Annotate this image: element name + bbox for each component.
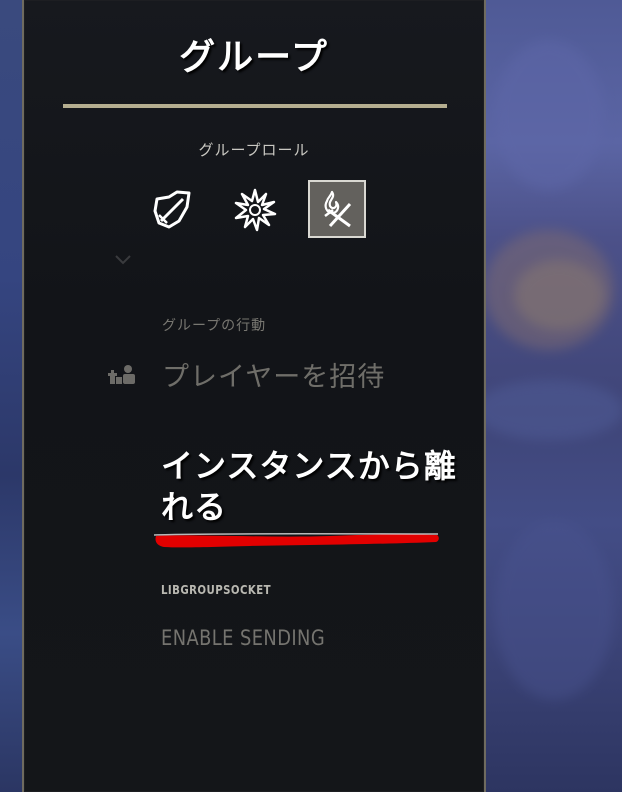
role-tank-button[interactable] [144,182,200,238]
panel-title: グループ [179,37,329,78]
invite-player-icon [108,365,135,384]
dps-flame-swords-icon [324,190,352,228]
title-divider [63,104,447,108]
healer-burst-icon [234,188,277,232]
red-highlight-underline [153,533,439,548]
tank-shield-sword-icon [153,190,191,229]
leave-instance-button[interactable]: インスタンスから離れる [161,446,461,528]
group-actions-heading: グループの行動 [162,318,267,334]
role-dps-button[interactable] [308,180,366,238]
invite-player-button[interactable]: プレイヤーを招待 [162,355,385,394]
role-healer-button[interactable] [227,182,283,238]
libgroupsocket-heading: LIBGROUPSOCKET [161,583,272,597]
group-role-heading: グループロール [198,141,310,159]
chevron-down-icon[interactable] [113,252,133,268]
game-world-background-right [484,0,622,792]
group-panel: グループ グループロール グループの行動 プレイヤーを招待 インスタンスから離れ… [22,0,486,792]
enable-sending-button[interactable]: ENABLE SENDING [161,626,325,650]
